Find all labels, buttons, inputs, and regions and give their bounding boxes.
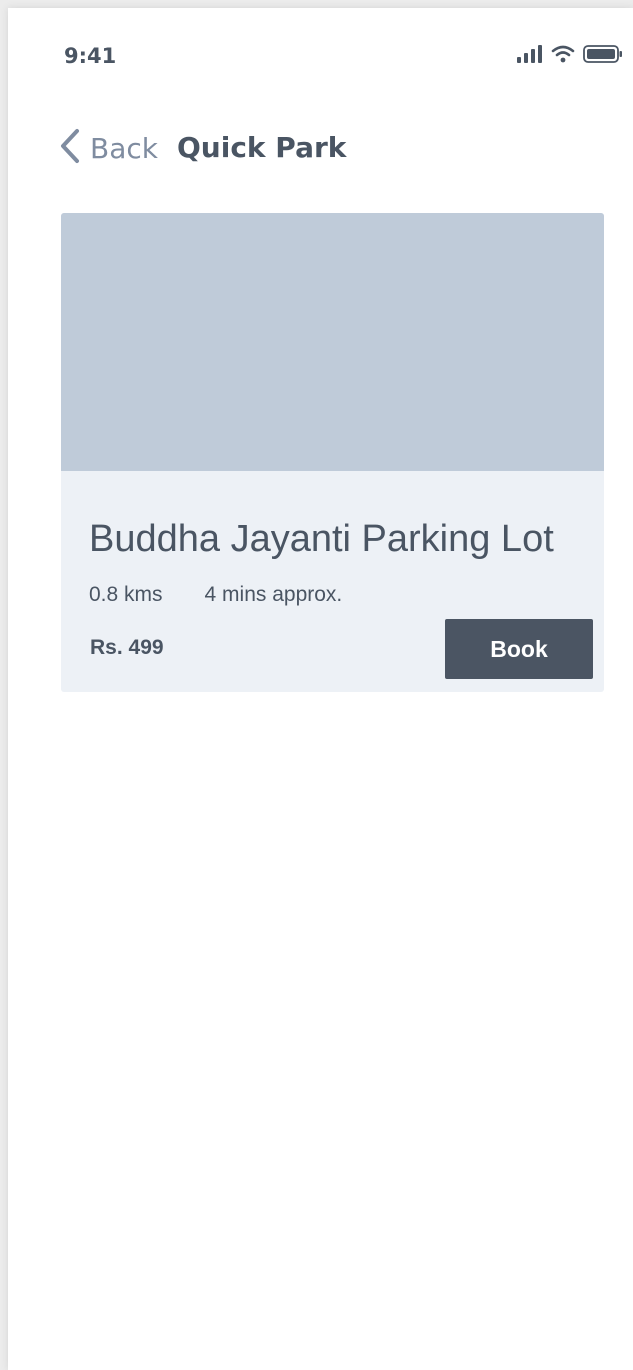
wifi-icon — [551, 45, 575, 68]
chevron-left-icon — [58, 128, 82, 169]
parking-meta: 0.8 kms 4 mins approx. — [89, 583, 342, 607]
status-time: 9:41 — [64, 44, 117, 68]
back-button[interactable]: Back — [58, 128, 158, 168]
back-label: Back — [90, 131, 158, 165]
status-icons — [517, 44, 623, 68]
battery-icon — [583, 44, 623, 69]
distance-label: 0.8 kms — [89, 583, 163, 606]
phone-screen: 9:41 Back Quick Park Buddha Jayanti Park… — [8, 8, 633, 1370]
signal-icon — [517, 44, 543, 68]
price-label: Rs. 499 — [90, 636, 164, 659]
parking-image-placeholder — [61, 213, 604, 471]
parking-card[interactable]: Buddha Jayanti Parking Lot 0.8 kms 4 min… — [61, 213, 604, 692]
parking-lot-name: Buddha Jayanti Parking Lot — [89, 518, 554, 560]
book-button[interactable]: Book — [445, 619, 593, 679]
duration-label: 4 mins approx. — [204, 583, 343, 606]
page-title: Quick Park — [177, 131, 347, 164]
